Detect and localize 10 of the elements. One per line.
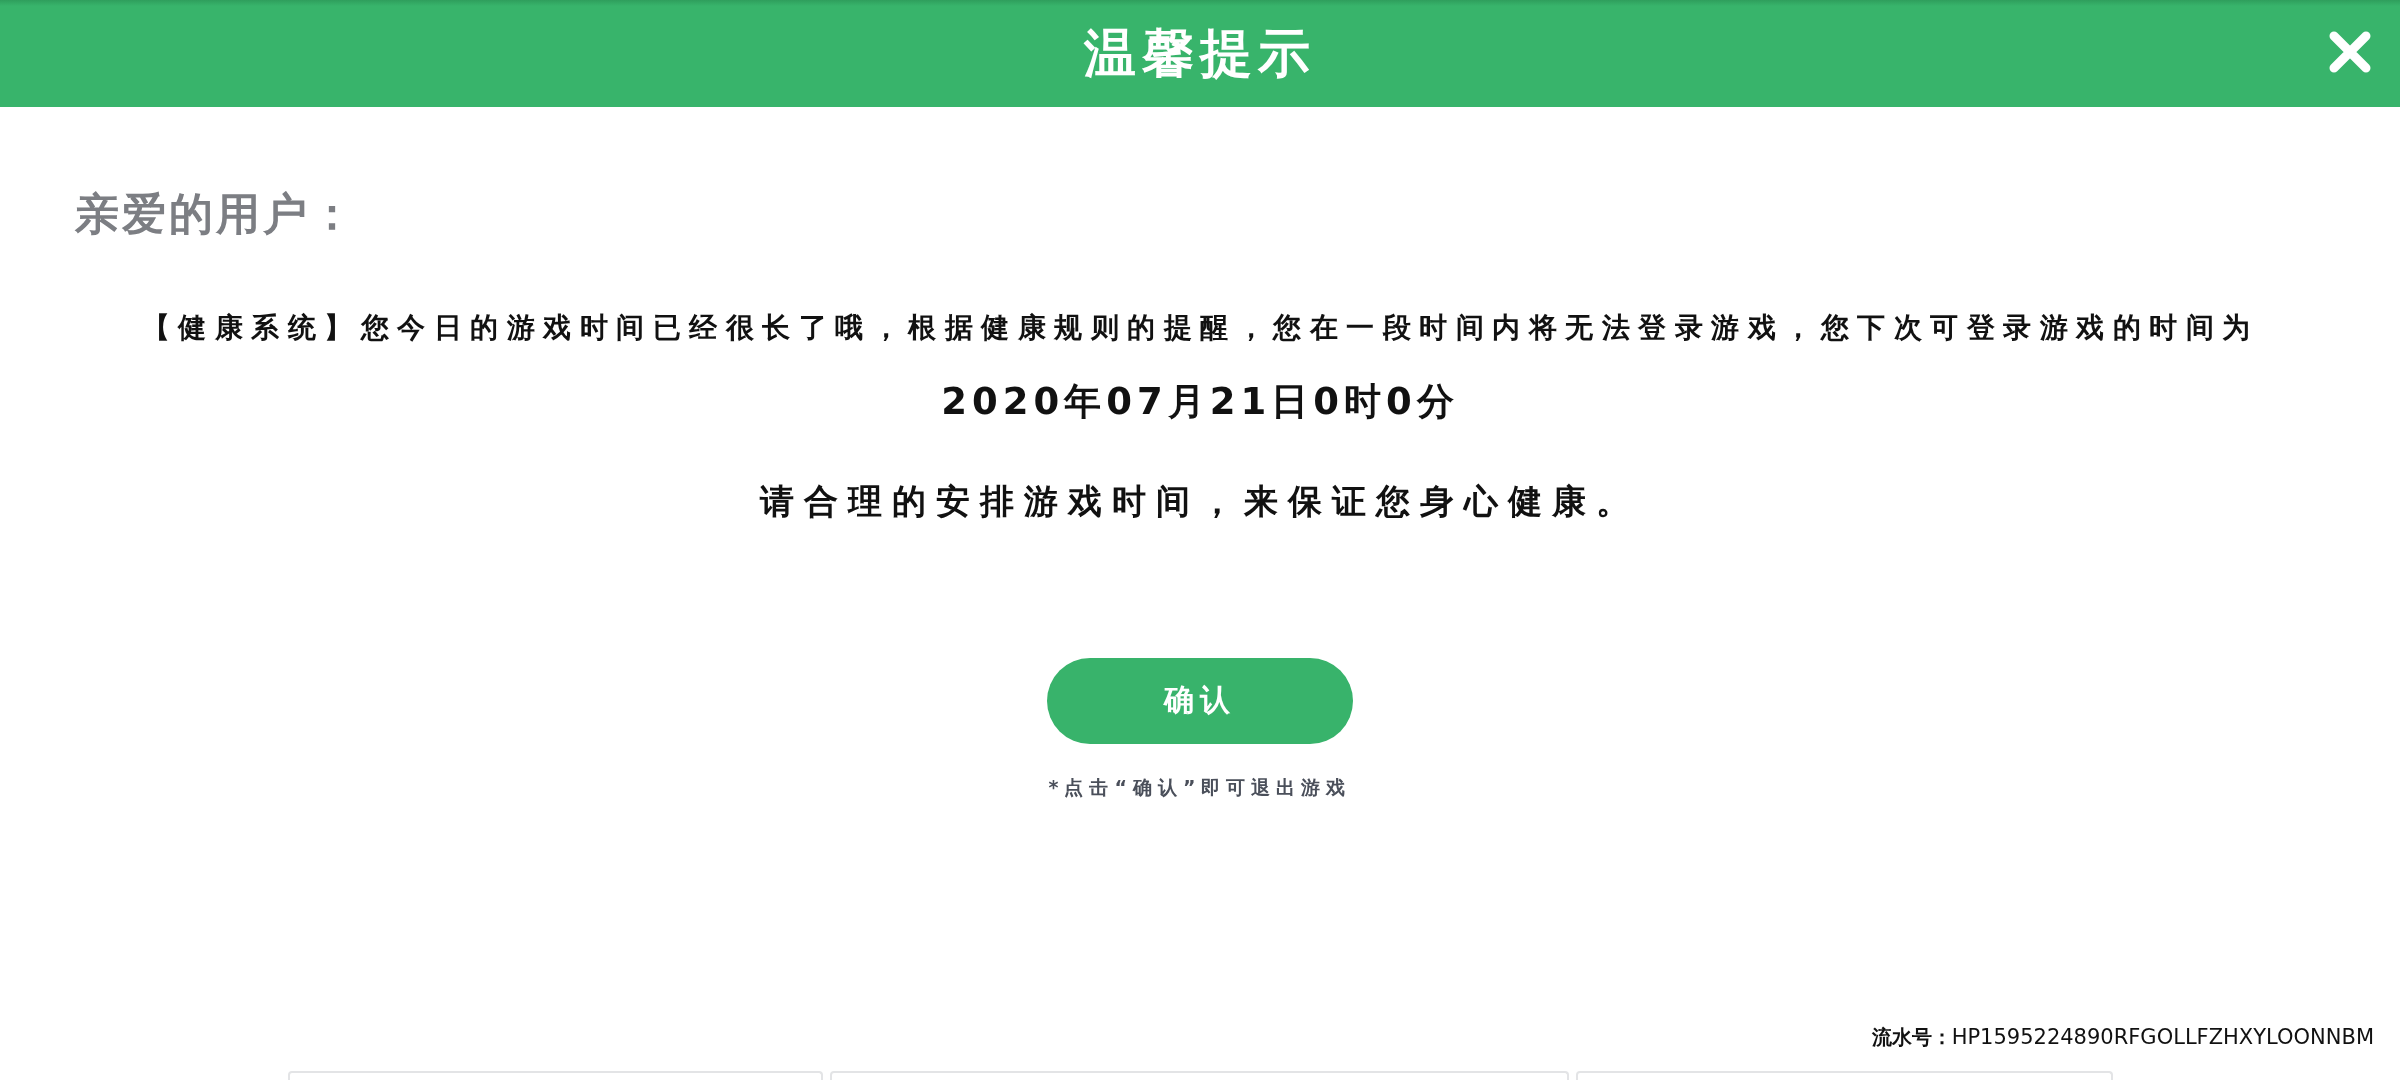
login-time-text: 2020年07月21日0时0分	[941, 380, 1459, 425]
greeting-text: 亲爱的用户：	[75, 188, 357, 241]
confirm-button[interactable]: 确认	[1047, 657, 1353, 744]
close-icon[interactable]	[2328, 30, 2372, 74]
hint-text: *点击“确认”即可退出游戏	[1048, 775, 1352, 799]
advice-text: 请合理的安排游戏时间，来保证您身心健康。	[760, 480, 1640, 522]
dialog-title: 温馨提示	[1084, 23, 1316, 84]
serial-label: 流水号：	[1871, 1025, 1952, 1051]
message-text: 【健康系统】您今日的游戏时间已经很长了哦，根据健康规则的提醒，您在一段时间内将无法登录游戏，您下次可登录游戏的时间为	[141, 310, 2259, 345]
serial-number: HP1595224890RFGOLLFZHXYLOONNBM	[1951, 1025, 2374, 1051]
